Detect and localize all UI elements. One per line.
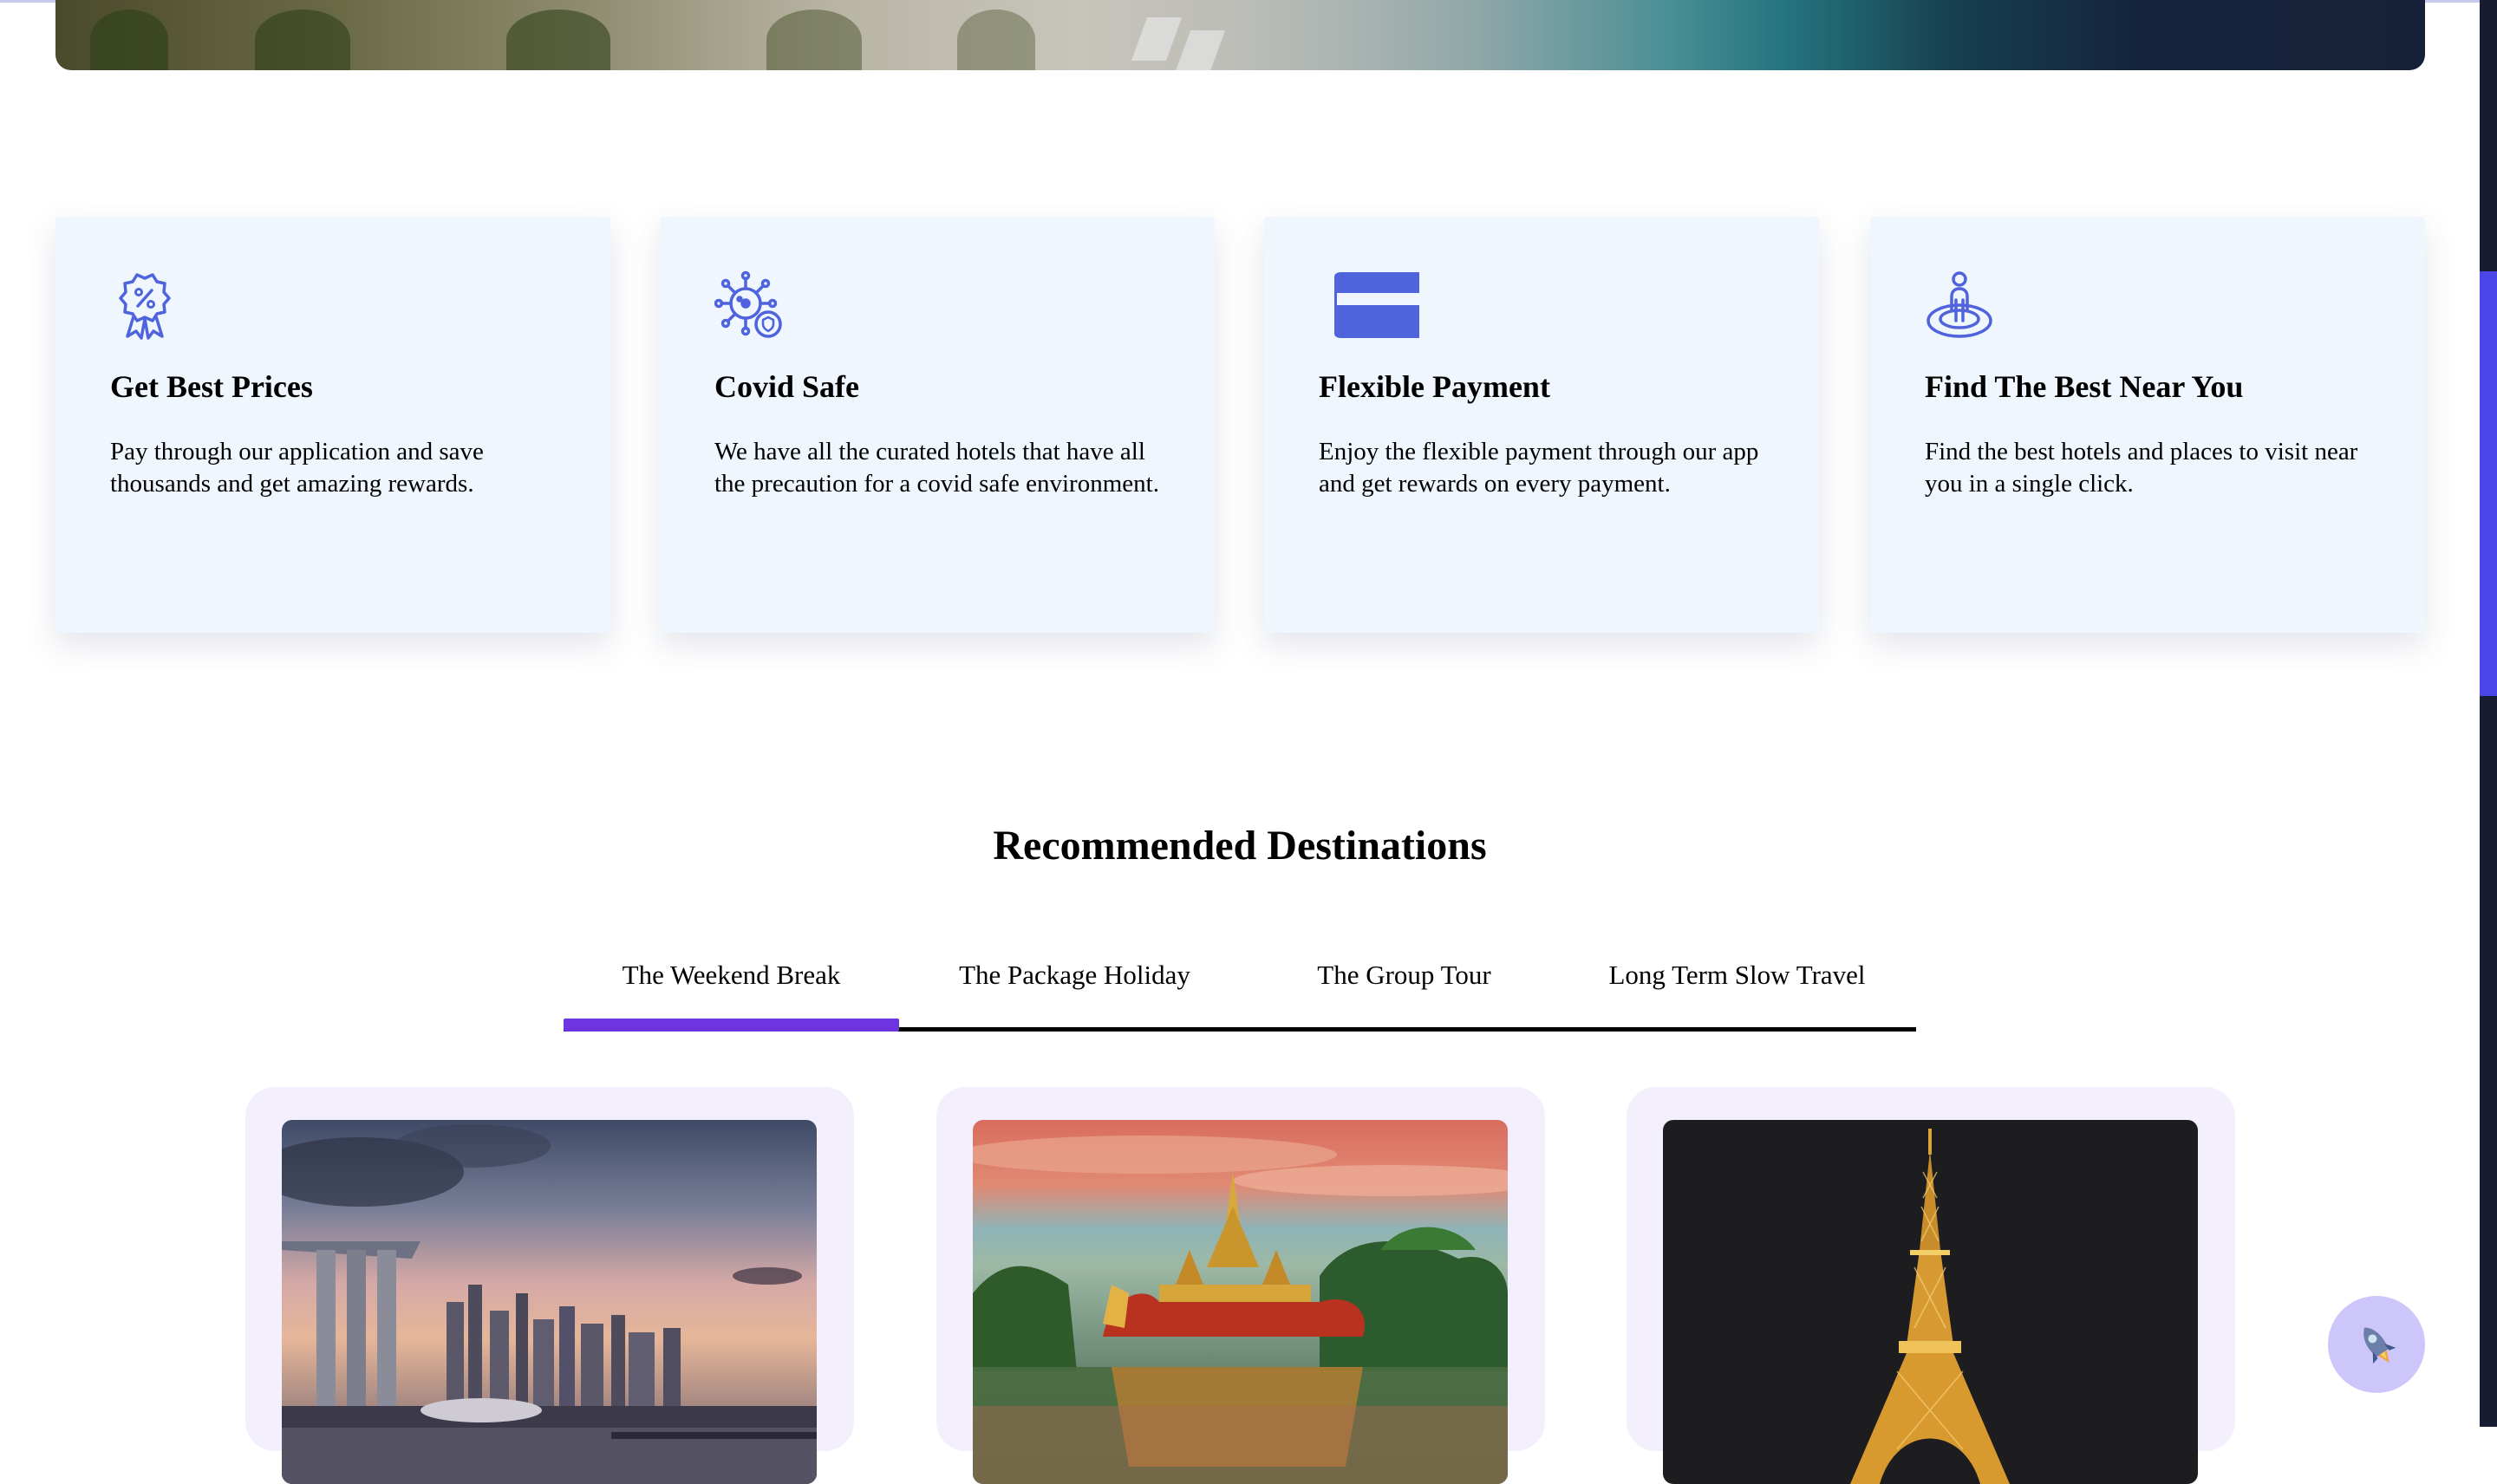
hero-image-bottom <box>55 0 2425 70</box>
palm-shape <box>766 10 862 70</box>
destination-photo <box>282 1120 817 1484</box>
tab-long-term-slow-travel[interactable]: Long Term Slow Travel <box>1558 949 1916 1001</box>
feature-description: Pay through our application and save tho… <box>110 438 484 498</box>
feature-card-find-near-you: Find The Best Near You Find the best hot… <box>1870 217 2425 633</box>
feature-card-best-prices: Get Best Prices Pay through our applicat… <box>55 217 610 633</box>
destination-tabs: The Weekend Break The Package Holiday Th… <box>564 949 1916 1032</box>
palm-shape <box>506 10 610 70</box>
tab-weekend-break[interactable]: The Weekend Break <box>564 949 899 1032</box>
feature-card-covid-safe: Covid Safe We have all the curated hotel… <box>660 217 1215 633</box>
tab-group-tour[interactable]: The Group Tour <box>1250 949 1558 1001</box>
palm-shape <box>90 10 168 70</box>
palm-shape <box>957 10 1035 70</box>
destination-photo <box>1663 1120 2198 1484</box>
features-row: Get Best Prices Pay through our applicat… <box>55 217 2425 633</box>
beach-chair-shape <box>1131 17 1183 61</box>
feature-description: Find the best hotels and places to visit… <box>1925 438 2358 498</box>
scrollbar-track[interactable] <box>2480 0 2497 1427</box>
virus-shield-icon <box>714 270 782 338</box>
chatbot-button[interactable] <box>2328 1296 2425 1393</box>
feature-description: We have all the curated hotels that have… <box>714 438 1159 498</box>
feature-description: Enjoy the flexible payment through our a… <box>1319 438 1759 498</box>
feature-card-flexible-payment: Flexible Payment Enjoy the flexible paym… <box>1264 217 1819 633</box>
beach-chair-shape <box>1174 30 1226 70</box>
location-person-icon <box>1927 271 1992 338</box>
destination-card-paris[interactable] <box>1627 1087 2235 1484</box>
destination-card-singapore[interactable] <box>245 1087 854 1484</box>
feature-title: Get Best Prices <box>110 369 313 404</box>
palm-shape <box>255 10 350 70</box>
destination-card-myanmar[interactable] <box>936 1087 1545 1484</box>
destination-photo <box>973 1120 1508 1484</box>
feature-title: Covid Safe <box>714 369 860 404</box>
tab-package-holiday[interactable]: The Package Holiday <box>899 949 1250 1001</box>
credit-card-icon <box>1334 272 1419 338</box>
feature-title: Find The Best Near You <box>1925 369 2244 404</box>
scrollbar-thumb[interactable] <box>2480 271 2497 696</box>
section-title: Recommended Destinations <box>993 823 1487 869</box>
rocket-icon <box>2363 1327 2396 1364</box>
discount-badge-icon <box>119 273 171 340</box>
feature-title: Flexible Payment <box>1319 369 1550 404</box>
